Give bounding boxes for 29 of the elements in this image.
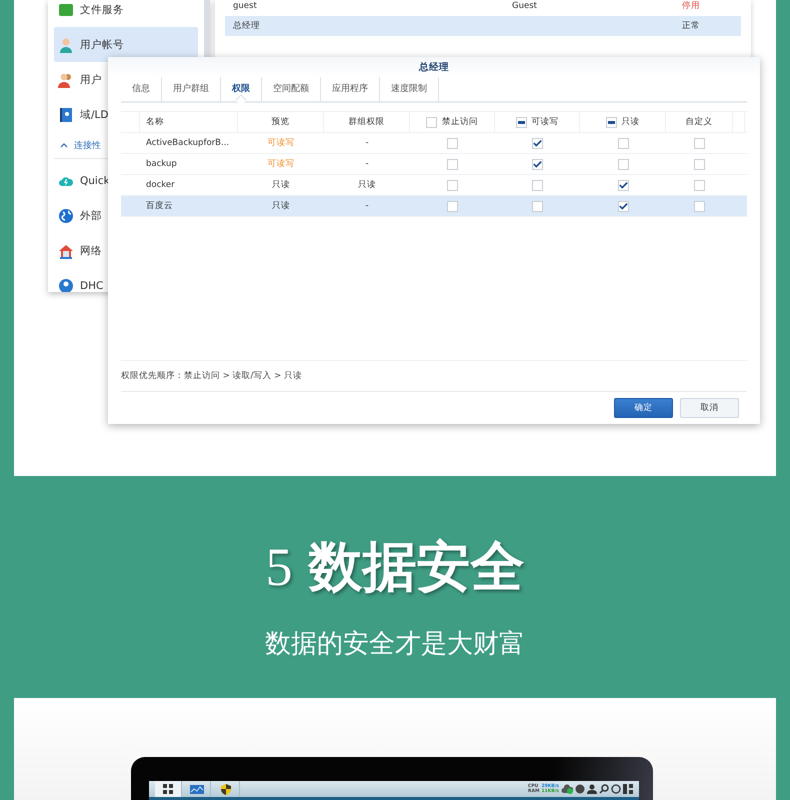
dialog-title: 总经理 xyxy=(108,57,760,77)
footer-note: 权限优先顺序：禁止访问 > 读取/写入 > 只读 xyxy=(121,370,302,382)
table-cell-text: docker xyxy=(145,180,176,190)
table-cell-text: 百度云 xyxy=(145,200,174,212)
status-text: 正常 xyxy=(681,20,701,32)
column-header: 预览 xyxy=(272,116,290,128)
feature-subtitle: 数据的安全才是大财富 xyxy=(265,628,525,661)
feature-title: 数据安全 xyxy=(308,534,524,600)
table-cell-text: ActiveBackupforB... xyxy=(145,138,230,148)
table-cell-text: - xyxy=(364,138,370,148)
table-cell-text: - xyxy=(364,201,370,211)
column-header: 可读写 xyxy=(532,116,558,128)
column-header: 禁止访问 xyxy=(442,116,478,128)
table-cell-text: 可读写 xyxy=(266,158,296,170)
table-cell-text: 可读写 xyxy=(266,137,296,149)
column-header: 自定义 xyxy=(686,116,712,128)
feature-number: 5 xyxy=(266,536,292,598)
table-cell-text: Guest xyxy=(511,1,538,11)
table-cell-text: guest xyxy=(233,1,258,11)
status-text: 停用 xyxy=(681,0,701,12)
table-cell-text: 只读 xyxy=(271,200,291,212)
column-header: 只读 xyxy=(622,116,640,128)
table-cell-text: - xyxy=(364,159,370,169)
table-cell-text: 只读 xyxy=(271,179,291,191)
table-cell-text: 只读 xyxy=(357,179,377,191)
table-cell-text: backup xyxy=(145,159,178,169)
table-cell-text: 总经理 xyxy=(233,20,261,32)
column-header: 群组权限 xyxy=(348,116,384,128)
column-header: 名称 xyxy=(146,116,164,128)
